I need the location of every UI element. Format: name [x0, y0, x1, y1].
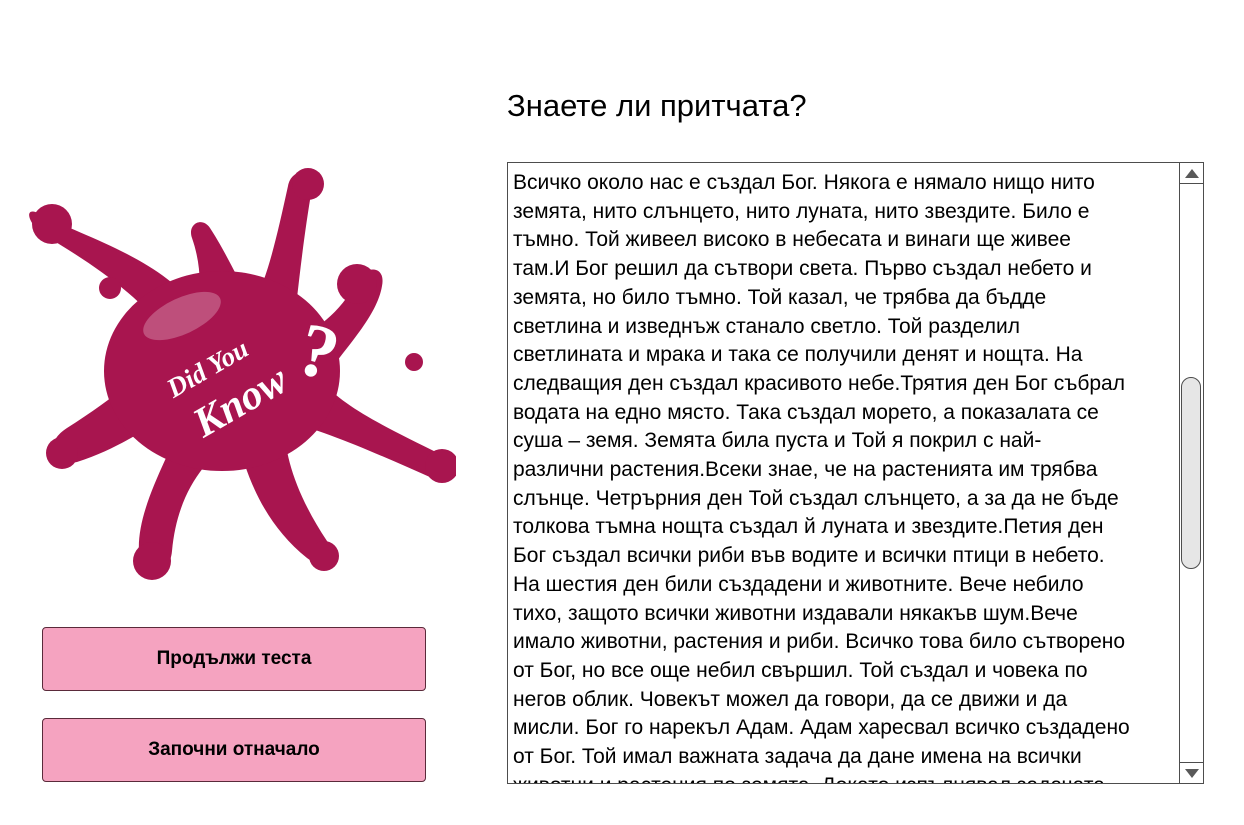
- triangle-up-icon: [1184, 168, 1199, 178]
- story-text: Всичко около нас е създал Бог. Някога е …: [513, 171, 1130, 783]
- page-title: Знаете ли притчата?: [507, 88, 807, 123]
- scroll-down-button[interactable]: [1180, 762, 1203, 783]
- vertical-scrollbar[interactable]: [1179, 163, 1203, 783]
- restart-button[interactable]: Започни отначало: [42, 718, 426, 782]
- story-text-area[interactable]: Всичко около нас е създал Бог. Някога е …: [507, 162, 1204, 784]
- triangle-down-icon: [1184, 768, 1199, 778]
- did-you-know-logo: Did You Know ?: [29, 168, 456, 580]
- scroll-thumb[interactable]: [1181, 377, 1201, 569]
- scroll-up-button[interactable]: [1180, 163, 1203, 184]
- continue-test-button[interactable]: Продължи теста: [42, 627, 426, 691]
